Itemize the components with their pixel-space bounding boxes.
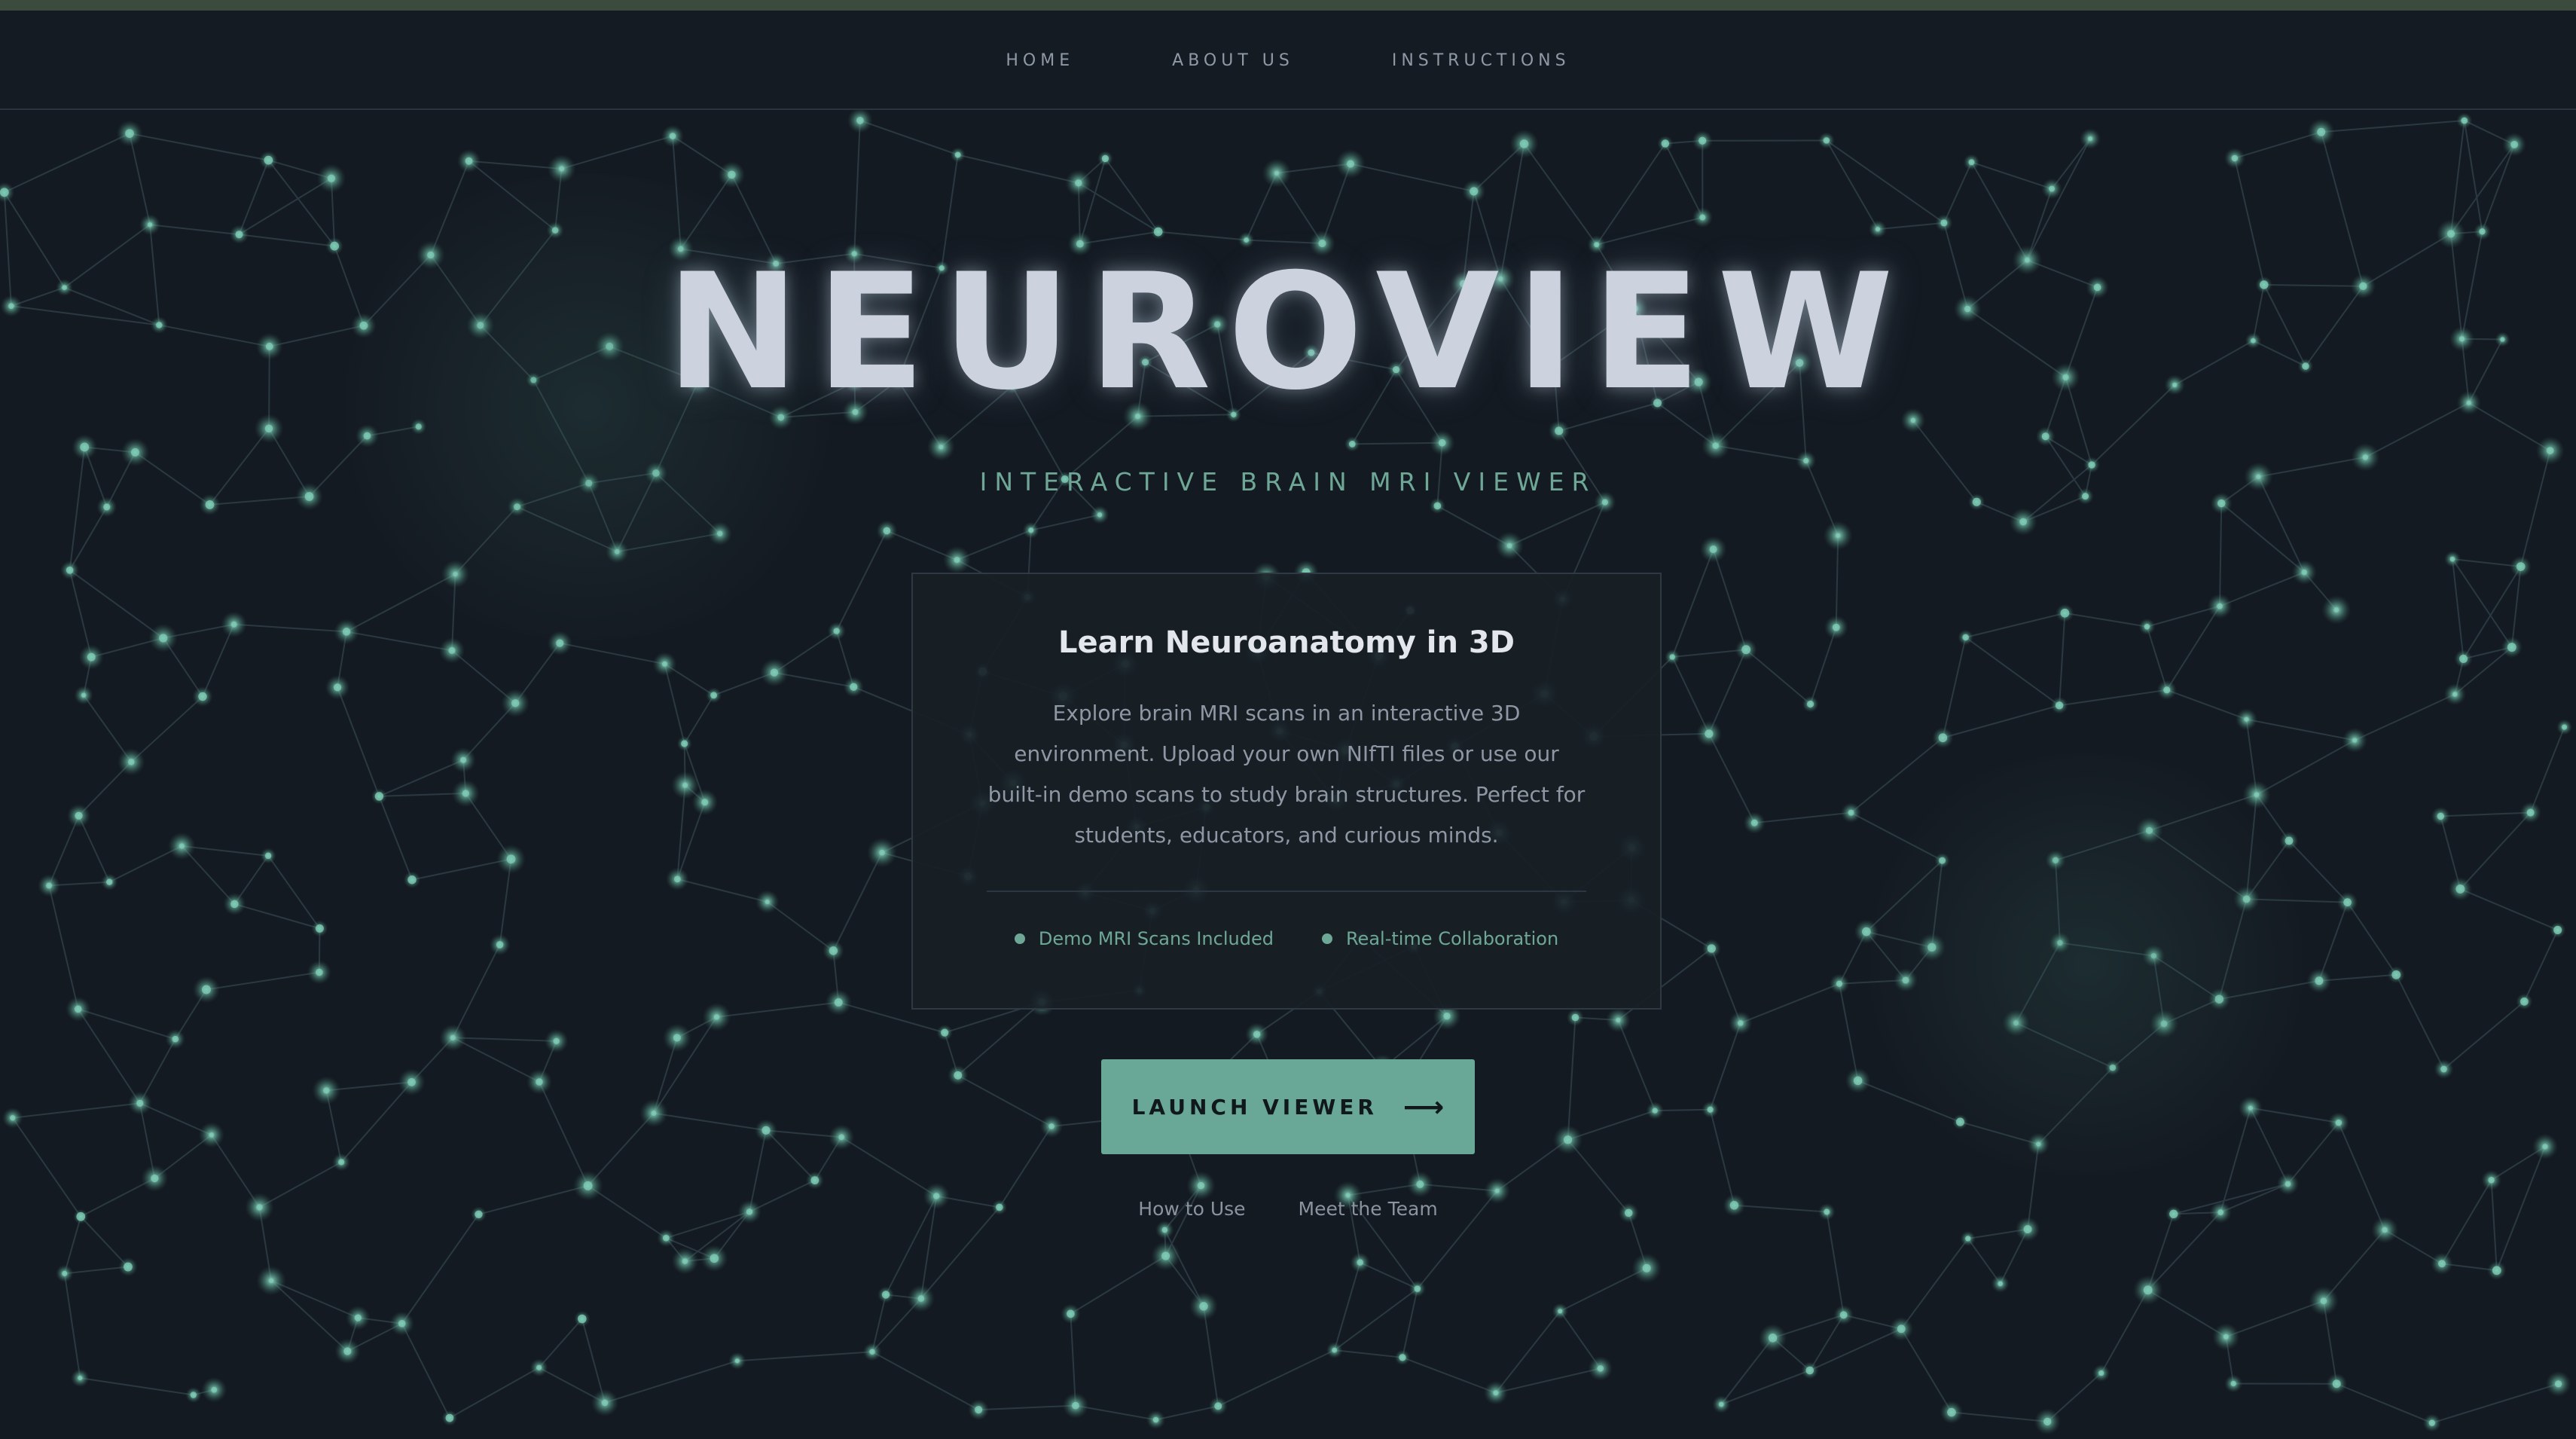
intro-card: Learn Neuroanatomy in 3D Explore brain M… <box>911 573 1662 1010</box>
feature-item: Demo MRI Scans Included <box>1014 928 1274 949</box>
feature-label: Demo MRI Scans Included <box>1038 928 1274 949</box>
secondary-links: How to Use Meet the Team <box>0 1198 2576 1220</box>
arrow-right-icon: ⟶ <box>1402 1090 1445 1123</box>
page-title: NEUROVIEW <box>666 239 1910 425</box>
background-glow-right <box>1845 753 2327 1175</box>
dot-icon <box>1321 933 1332 944</box>
dot-icon <box>1014 933 1025 944</box>
top-navigation: HOME ABOUT US INSTRUCTIONS <box>0 11 2576 110</box>
feature-item: Real-time Collaboration <box>1321 928 1559 949</box>
launch-viewer-label: LAUNCH VIEWER <box>1131 1094 1378 1120</box>
card-description: Explore brain MRI scans in an interactiv… <box>987 701 1586 848</box>
nav-instructions[interactable]: INSTRUCTIONS <box>1392 50 1570 70</box>
page-subtitle: INTERACTIVE BRAIN MRI VIEWER <box>979 467 1597 496</box>
meet-the-team-link[interactable]: Meet the Team <box>1299 1198 1438 1220</box>
card-divider <box>987 891 1586 892</box>
feature-list: Demo MRI Scans Included Real-time Collab… <box>913 928 1660 949</box>
nav-home[interactable]: HOME <box>1006 50 1074 70</box>
launch-viewer-button[interactable]: LAUNCH VIEWER ⟶ <box>1101 1059 1475 1154</box>
top-accent-bar <box>0 0 2576 11</box>
how-to-use-link[interactable]: How to Use <box>1138 1198 1245 1220</box>
feature-label: Real-time Collaboration <box>1345 928 1559 949</box>
card-title: Learn Neuroanatomy in 3D <box>1058 625 1515 660</box>
nav-about-us[interactable]: ABOUT US <box>1172 50 1294 70</box>
